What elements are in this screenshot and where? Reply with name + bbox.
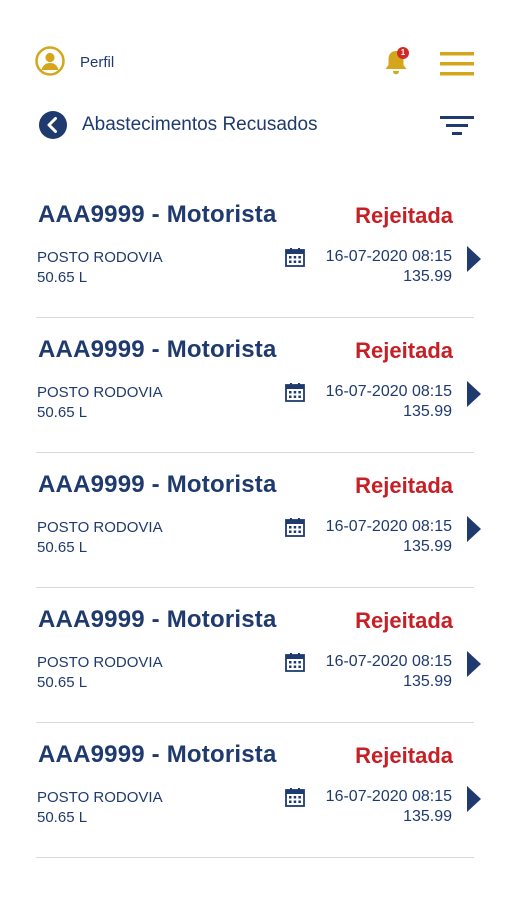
station-name: POSTO RODOVIA <box>37 654 163 671</box>
item-value: 135.99 <box>403 808 452 825</box>
item-datetime: 16-07-2020 08:15 <box>325 653 452 670</box>
item-value: 135.99 <box>403 403 452 420</box>
status-badge: Rejeitada <box>355 743 453 768</box>
liters-value: 50.65 L <box>37 539 88 556</box>
filter-icon[interactable] <box>440 113 474 137</box>
calendar-icon <box>285 518 305 537</box>
hamburger-menu-icon[interactable] <box>440 50 474 78</box>
calendar-icon <box>285 788 305 807</box>
chevron-right-icon[interactable] <box>466 245 482 273</box>
chevron-right-icon[interactable] <box>466 515 482 543</box>
list-item[interactable]: AAA9999 - Motorista Rejeitada POSTO RODO… <box>0 318 506 453</box>
item-title: AAA9999 - Motorista <box>38 741 277 768</box>
item-datetime: 16-07-2020 08:15 <box>325 518 452 535</box>
station-name: POSTO RODOVIA <box>37 519 163 536</box>
status-badge: Rejeitada <box>355 473 453 498</box>
chevron-right-icon[interactable] <box>466 785 482 813</box>
list-item[interactable]: AAA9999 - Motorista Rejeitada POSTO RODO… <box>0 588 506 723</box>
station-name: POSTO RODOVIA <box>37 249 163 266</box>
refuel-list: AAA9999 - Motorista Rejeitada POSTO RODO… <box>0 183 506 858</box>
list-item[interactable]: AAA9999 - Motorista Rejeitada POSTO RODO… <box>0 453 506 588</box>
divider <box>36 857 474 858</box>
item-value: 135.99 <box>403 673 452 690</box>
list-item[interactable]: AAA9999 - Motorista Rejeitada POSTO RODO… <box>0 723 506 858</box>
list-item[interactable]: AAA9999 - Motorista Rejeitada POSTO RODO… <box>0 183 506 318</box>
item-title: AAA9999 - Motorista <box>38 201 277 228</box>
liters-value: 50.65 L <box>37 809 88 826</box>
back-arrow-icon[interactable] <box>38 110 68 140</box>
status-badge: Rejeitada <box>355 608 453 633</box>
station-name: POSTO RODOVIA <box>37 384 163 401</box>
chevron-right-icon[interactable] <box>466 650 482 678</box>
notification-badge: 1 <box>397 47 409 59</box>
liters-value: 50.65 L <box>37 674 88 691</box>
profile-label[interactable]: Perfil <box>80 54 114 71</box>
item-datetime: 16-07-2020 08:15 <box>325 788 452 805</box>
item-title: AAA9999 - Motorista <box>38 336 277 363</box>
item-datetime: 16-07-2020 08:15 <box>325 383 452 400</box>
chevron-right-icon[interactable] <box>466 380 482 408</box>
item-title: AAA9999 - Motorista <box>38 606 277 633</box>
status-badge: Rejeitada <box>355 203 453 228</box>
liters-value: 50.65 L <box>37 269 88 286</box>
status-badge: Rejeitada <box>355 338 453 363</box>
station-name: POSTO RODOVIA <box>37 789 163 806</box>
page-title: Abastecimentos Recusados <box>82 114 318 135</box>
item-datetime: 16-07-2020 08:15 <box>325 248 452 265</box>
calendar-icon <box>285 653 305 672</box>
item-value: 135.99 <box>403 538 452 555</box>
item-title: AAA9999 - Motorista <box>38 471 277 498</box>
calendar-icon <box>285 383 305 402</box>
liters-value: 50.65 L <box>37 404 88 421</box>
top-bar: Perfil 1 <box>0 0 506 100</box>
item-value: 135.99 <box>403 268 452 285</box>
profile-avatar-icon[interactable] <box>35 46 65 76</box>
calendar-icon <box>285 248 305 267</box>
